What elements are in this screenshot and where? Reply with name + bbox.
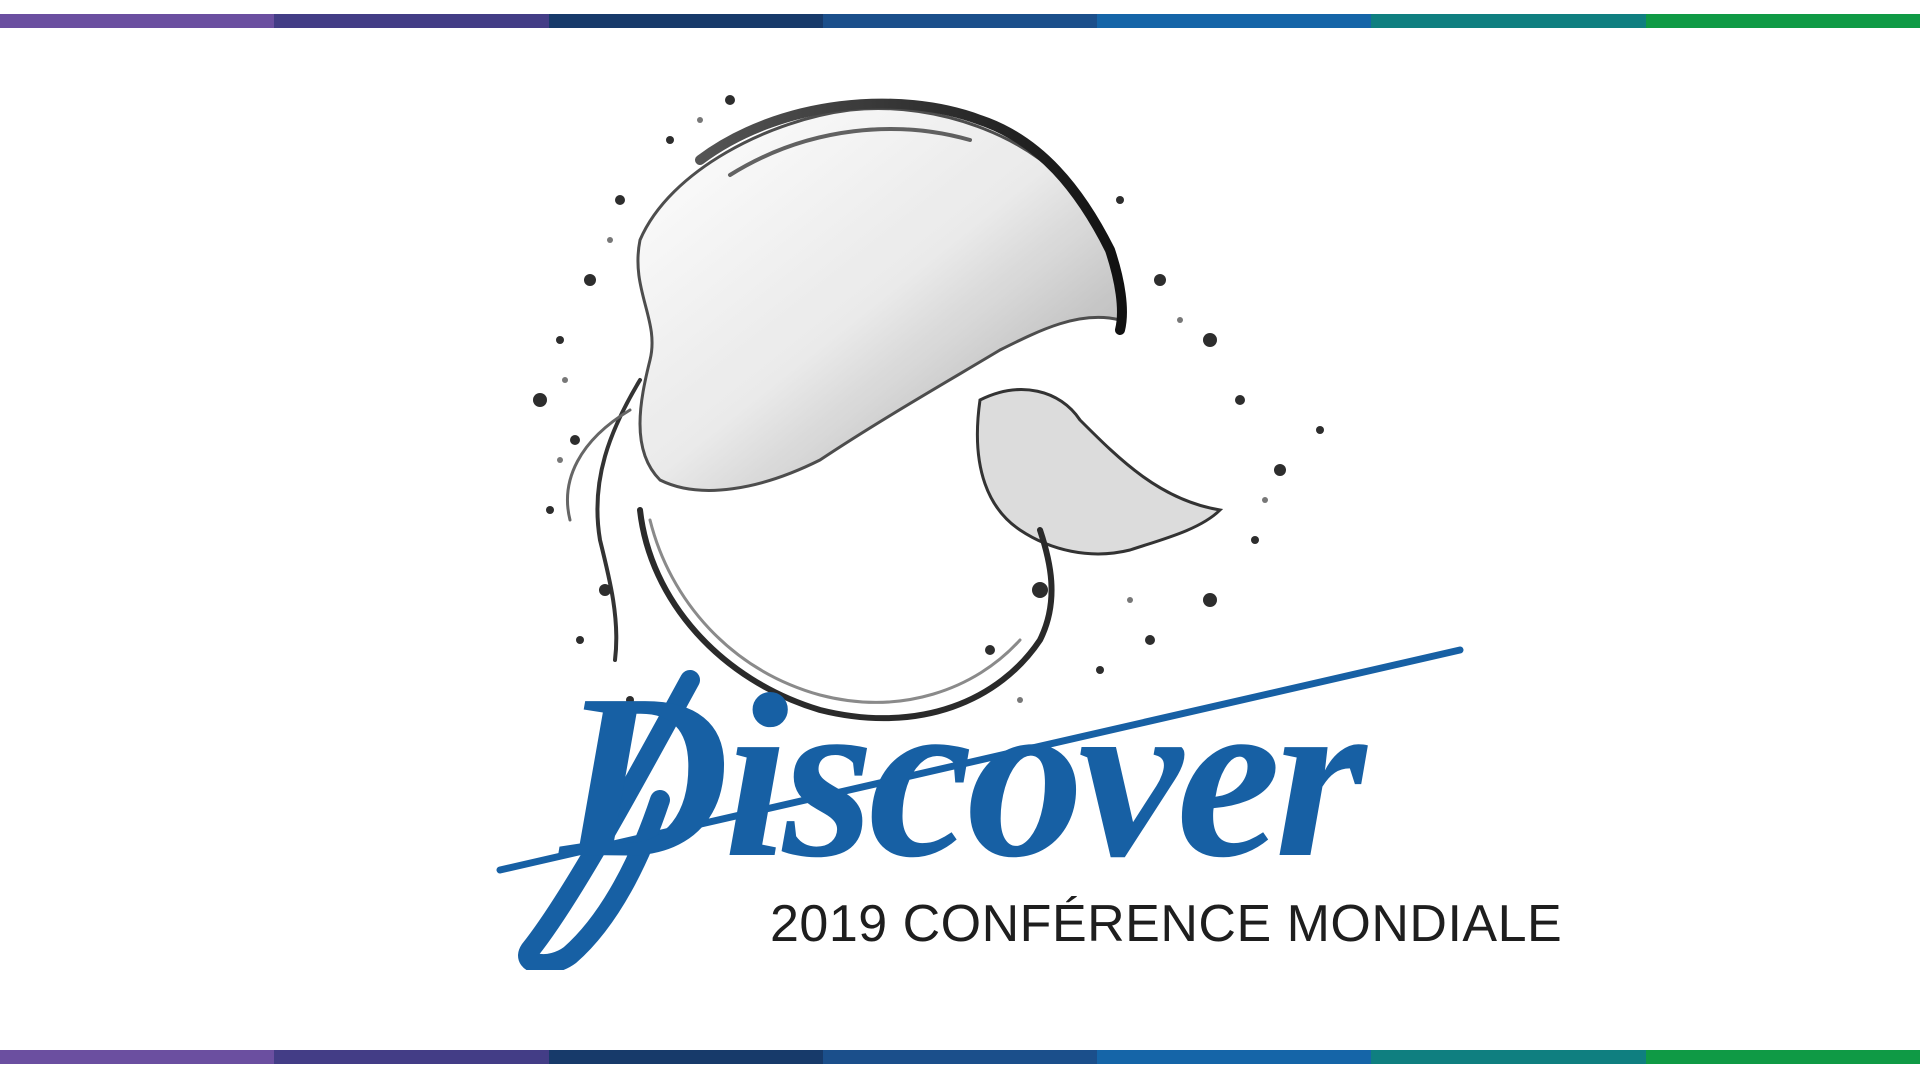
- stripe-segment-purple: [0, 14, 275, 28]
- stripe-segment-teal: [1371, 1050, 1646, 1064]
- stripe-segment-indigo: [274, 14, 549, 28]
- conference-subtitle: 2019 CONFÉRENCE MONDIALE: [770, 895, 1563, 953]
- stripe-segment-green: [1645, 14, 1920, 28]
- top-color-stripe: [0, 14, 1920, 28]
- stripe-segment-blue: [1097, 14, 1372, 28]
- stripe-segment-teal: [1371, 14, 1646, 28]
- stripe-segment-green: [1645, 1050, 1920, 1064]
- stripe-segment-darkblue: [822, 14, 1098, 28]
- stripe-segment-darkblue: [822, 1050, 1098, 1064]
- bottom-color-stripe: [0, 1050, 1920, 1064]
- stripe-segment-purple: [0, 1050, 275, 1064]
- stripe-segment-navy: [548, 14, 823, 28]
- stripe-segment-navy: [548, 1050, 823, 1064]
- splash-slide: Discover 2019 CONFÉRENCE MONDIALE: [0, 0, 1920, 1080]
- stripe-segment-blue: [1097, 1050, 1372, 1064]
- wordmark-text: Discover: [558, 646, 1369, 906]
- stripe-segment-indigo: [274, 1050, 549, 1064]
